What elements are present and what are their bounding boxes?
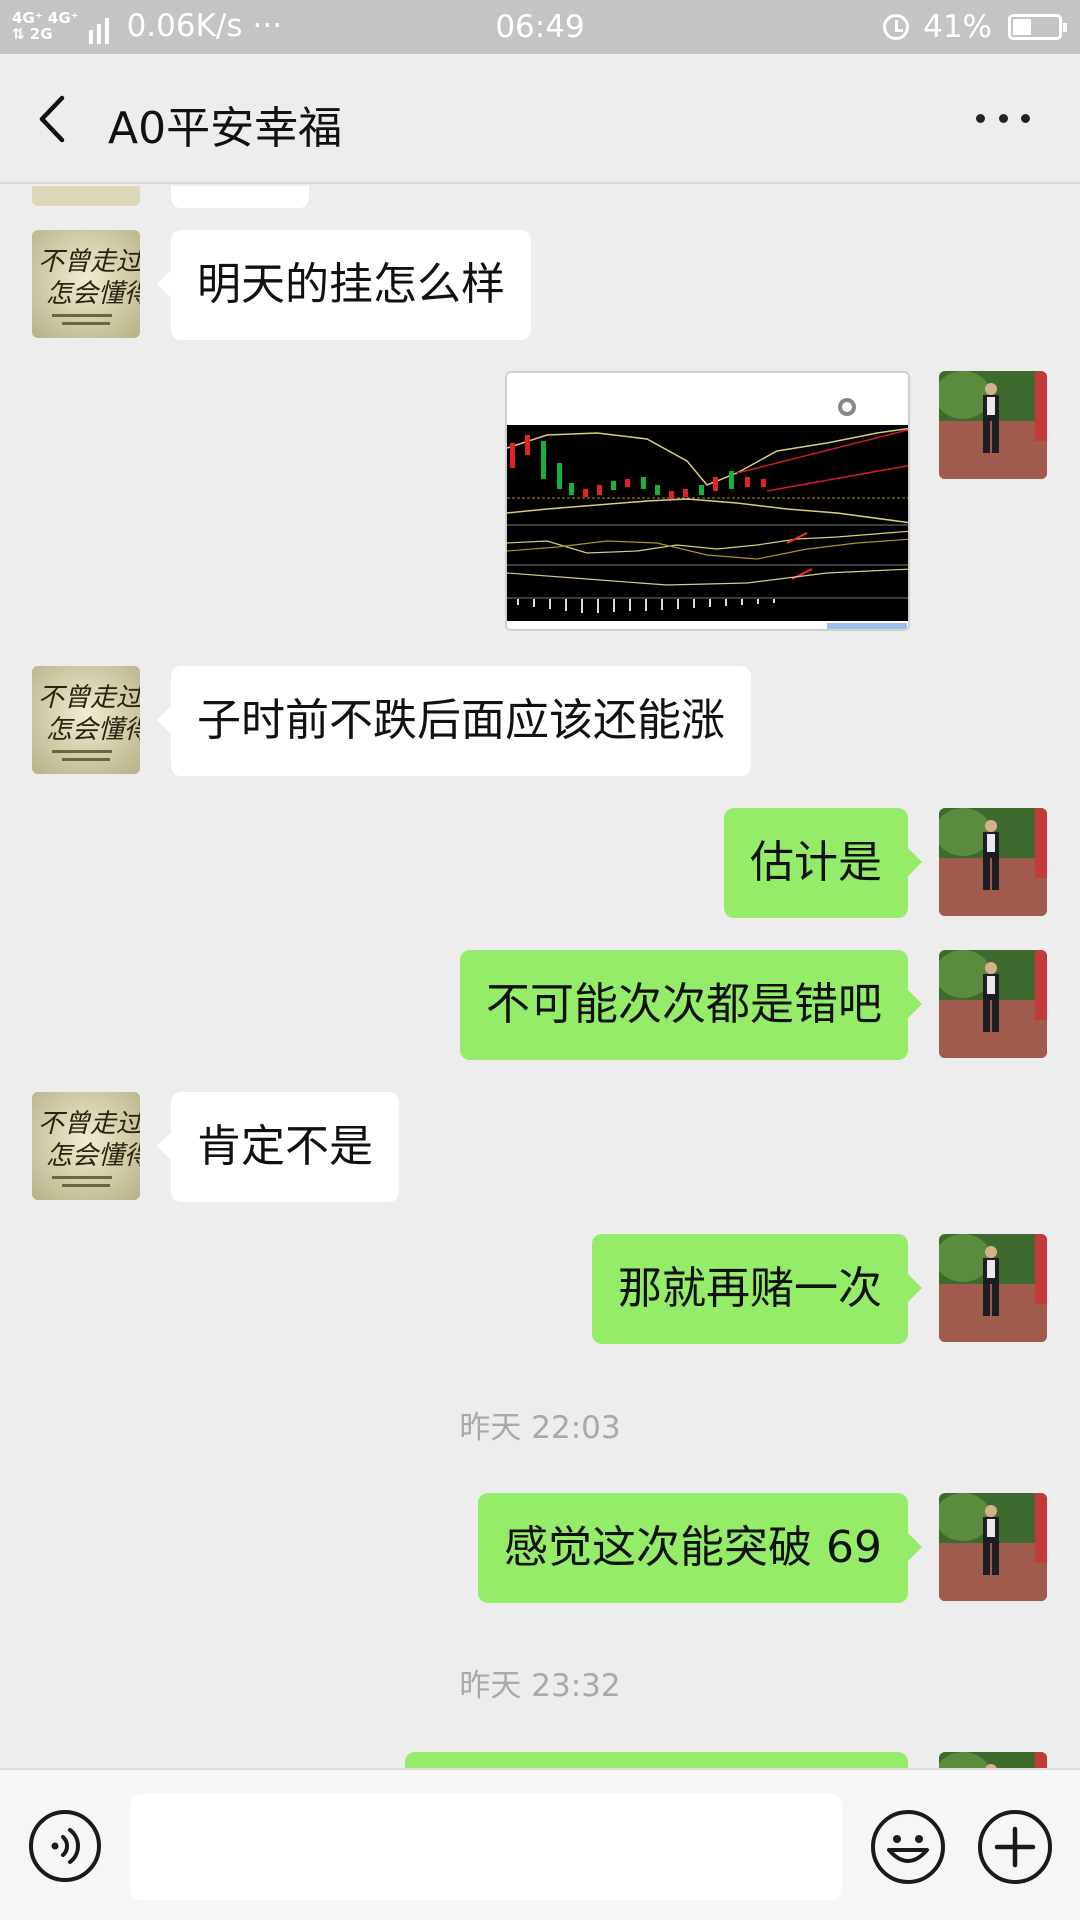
svg-text:怎会懂得: 怎会懂得 xyxy=(46,1141,140,1171)
svg-text:怎会懂得: 怎会懂得 xyxy=(46,715,140,745)
message-bubble-partial[interactable] xyxy=(171,186,309,208)
message-bubble[interactable]: 估计是 xyxy=(724,808,922,918)
plus-icon[interactable] xyxy=(978,1810,1052,1884)
avatar-me[interactable] xyxy=(939,808,1047,916)
message-bubble[interactable]: 子时前不跌后面应该还能涨 xyxy=(157,666,751,776)
avatar-me[interactable] xyxy=(939,371,1047,479)
svg-text:怎会懂得: 怎会懂得 xyxy=(46,279,140,309)
avatar-me[interactable] xyxy=(939,1752,1047,1768)
message-bubble[interactable]: 那就再赌一次 xyxy=(592,1234,922,1344)
battery-percent: 41% xyxy=(923,9,992,45)
chevron-left-icon[interactable] xyxy=(32,92,72,146)
more-dots-icon[interactable] xyxy=(976,108,1030,128)
avatar-me[interactable] xyxy=(939,950,1047,1058)
message-bubble[interactable]: 明天的挂怎么样 xyxy=(157,230,531,340)
svg-text:不曾走过: 不曾走过 xyxy=(38,683,140,713)
battery-fill xyxy=(1013,19,1032,35)
chat-title: A0平安幸福 xyxy=(108,103,343,154)
voice-icon[interactable] xyxy=(29,1810,101,1882)
avatar-me[interactable] xyxy=(939,1493,1047,1601)
message-bubble[interactable]: 感觉这次能突破 69 xyxy=(478,1493,922,1603)
message-bubble[interactable]: 肯定不是 xyxy=(157,1092,399,1202)
timestamp: 昨天 23:32 xyxy=(459,1668,621,1704)
avatar-me[interactable] xyxy=(939,1234,1047,1342)
message-input[interactable] xyxy=(130,1794,842,1900)
chart-thumbnail xyxy=(507,373,908,629)
chat-header: A0平安幸福 xyxy=(0,54,1080,184)
message-bubble-partial[interactable] xyxy=(405,1752,908,1768)
avatar-other[interactable]: 不曾走过 怎会懂得 xyxy=(32,666,140,774)
avatar-other[interactable]: 不曾走过 怎会懂得 xyxy=(32,230,140,338)
svg-text:不曾走过: 不曾走过 xyxy=(38,1109,140,1139)
battery-icon xyxy=(1008,14,1067,40)
image-message[interactable] xyxy=(505,371,910,631)
avatar-other[interactable] xyxy=(32,186,140,206)
chat-messages[interactable]: 不曾走过 怎会懂得 明天的挂怎么样 不曾走过 怎会懂得 子时前不跌后面应该还能涨… xyxy=(0,186,1080,1768)
status-bar: 4G⁺ 4G⁺ ⇅ 2G 0.06K/s ··· 06:49 41% xyxy=(0,0,1080,54)
status-right: 41% xyxy=(883,9,1067,45)
avatar-other[interactable]: 不曾走过 怎会懂得 xyxy=(32,1092,140,1200)
emoji-icon[interactable] xyxy=(871,1810,945,1884)
message-bubble[interactable]: 不可能次次都是错吧 xyxy=(460,950,922,1060)
alarm-icon xyxy=(883,14,910,40)
timestamp: 昨天 22:03 xyxy=(459,1410,621,1446)
input-bar xyxy=(0,1768,1080,1920)
svg-text:不曾走过: 不曾走过 xyxy=(38,247,140,277)
